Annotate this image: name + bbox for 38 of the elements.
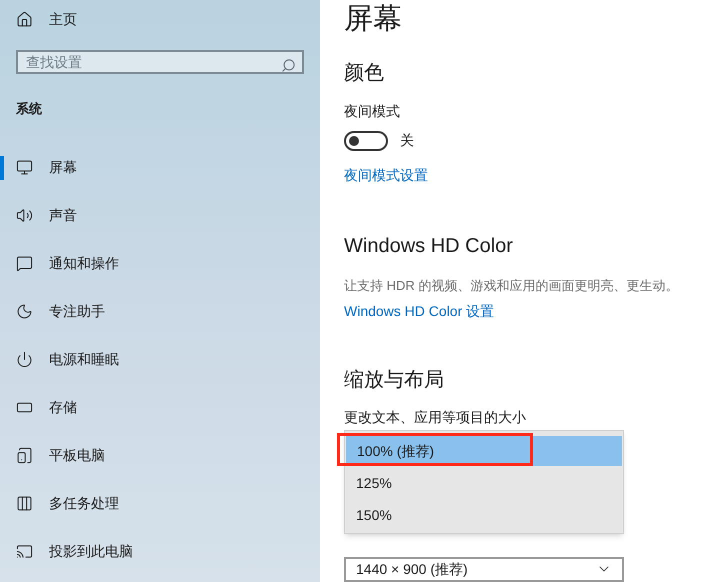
description-text: 让支持 HDR 的视频、游戏和应用的画面更明亮、更生动。 <box>344 277 680 295</box>
moon-icon <box>16 303 33 320</box>
sidebar-item[interactable]: 屏幕 <box>0 156 320 180</box>
search-field[interactable]: 查找设置 <box>16 50 304 74</box>
setting-label: 夜间模式 <box>344 102 401 121</box>
setting-label: 更改文本、应用等项目的大小 <box>344 408 527 426</box>
sidebar-item[interactable]: 多任务处理 <box>0 492 320 516</box>
home-link[interactable]: 主页 <box>16 9 320 30</box>
cast-icon <box>16 543 33 560</box>
sidebar-item[interactable]: 存储 <box>0 396 320 420</box>
columns-icon <box>16 495 33 512</box>
section-heading: 缩放与布局 <box>344 368 445 392</box>
sidebar-item[interactable]: 投影到此电脑 <box>0 540 320 564</box>
selection-bar <box>0 156 4 180</box>
hd-color-settings-link[interactable]: Windows HD Color 设置 <box>344 300 494 322</box>
section-title: 系统 <box>16 100 43 118</box>
home-icon <box>16 11 33 28</box>
monitor-icon <box>16 159 33 176</box>
search-icon <box>281 58 296 73</box>
section-heading: Windows HD Color <box>344 234 514 259</box>
power-icon <box>16 351 33 368</box>
page-title: 屏幕 <box>344 2 403 37</box>
resolution-dropdown[interactable]: 1440 × 900 (推荐) <box>344 556 624 582</box>
tablet-icon <box>16 447 33 464</box>
toggle-switch[interactable] <box>344 130 388 150</box>
night-mode-settings-link[interactable]: 夜间模式设置 <box>344 165 428 186</box>
sidebar-item[interactable]: 电源和睡眠 <box>0 348 320 372</box>
sidebar-item[interactable]: 专注助手 <box>0 300 320 324</box>
dropdown-option[interactable]: 150% <box>345 500 623 530</box>
toggle-state: 关 <box>400 131 414 150</box>
speaker-icon <box>16 207 33 224</box>
sidebar-item[interactable]: 通知和操作 <box>0 252 320 276</box>
sidebar-item[interactable]: 声音 <box>0 204 320 228</box>
speech-bubble-icon <box>16 255 33 272</box>
sidebar-item[interactable]: 平板电脑 <box>0 444 320 468</box>
dropdown-option[interactable]: 100% (推荐) <box>346 436 622 466</box>
section-heading: 颜色 <box>344 61 385 86</box>
dropdown-option[interactable]: 125% <box>345 468 623 498</box>
